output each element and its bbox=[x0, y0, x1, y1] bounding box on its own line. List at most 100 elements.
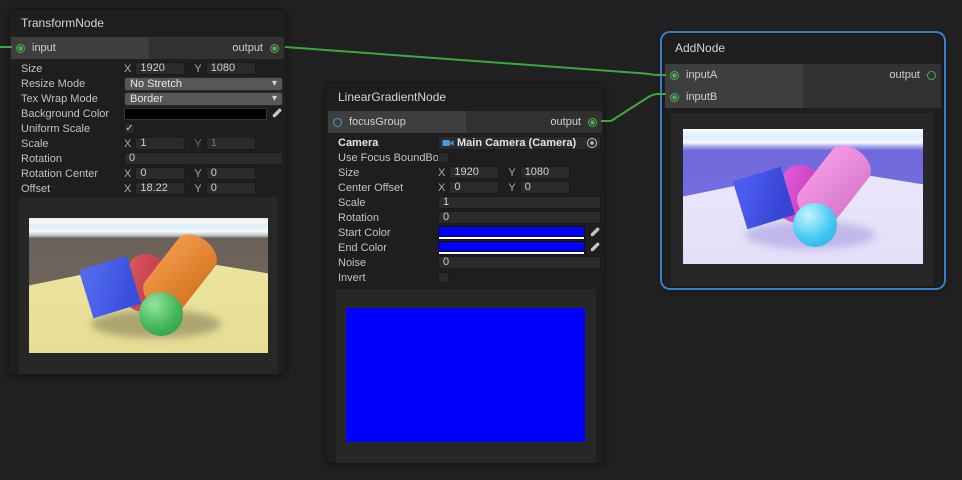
input-b-port-icon[interactable] bbox=[670, 93, 679, 102]
input-b-port-row[interactable]: inputB bbox=[665, 86, 803, 108]
transform-node-title: TransformNode bbox=[9, 9, 286, 37]
start-color-main bbox=[439, 227, 584, 236]
scale-row: Scale 1 bbox=[326, 195, 604, 210]
output-port-icon[interactable] bbox=[270, 44, 279, 53]
invert-row: Invert bbox=[326, 270, 604, 285]
end-color-swatch[interactable] bbox=[438, 241, 585, 255]
focus-group-port-icon[interactable] bbox=[333, 118, 342, 127]
size-x-field[interactable]: 1920 bbox=[449, 166, 499, 179]
size-y-field[interactable]: 1080 bbox=[520, 166, 570, 179]
input-b-port-label: inputB bbox=[686, 91, 717, 103]
focus-group-port-label: focusGroup bbox=[349, 116, 406, 128]
scale-row: Scale X 1 Y 1 bbox=[9, 136, 286, 151]
offset-x-field[interactable]: 18.22 bbox=[135, 182, 185, 195]
transform-preview bbox=[19, 197, 278, 374]
rotation-center-y-field[interactable]: 0 bbox=[206, 167, 256, 180]
linear-gradient-preview bbox=[336, 289, 596, 463]
edge-gradient-output-to-add-input-b[interactable] bbox=[601, 94, 666, 121]
size-x-field[interactable]: 1920 bbox=[135, 62, 185, 75]
eyedropper-icon[interactable] bbox=[588, 242, 601, 253]
add-node-input-column: inputA inputB bbox=[665, 64, 803, 108]
size-label: Size bbox=[21, 63, 124, 75]
eyedropper-icon[interactable] bbox=[270, 108, 283, 119]
size-label: Size bbox=[338, 167, 438, 179]
start-color-row: Start Color bbox=[326, 225, 604, 240]
background-color-swatch[interactable] bbox=[124, 108, 267, 120]
output-port-label: output bbox=[550, 116, 581, 128]
output-port-icon[interactable] bbox=[588, 118, 597, 127]
resize-mode-dropdown[interactable]: No Stretch ▾ bbox=[124, 77, 283, 91]
tex-wrap-mode-dropdown[interactable]: Border ▾ bbox=[124, 92, 283, 106]
chevron-down-icon: ▾ bbox=[272, 79, 277, 89]
noise-row: Noise 0 bbox=[326, 255, 604, 270]
rotation-row: Rotation 0 bbox=[326, 210, 604, 225]
camera-object-value: Main Camera (Camera) bbox=[457, 137, 587, 149]
focus-group-port-row[interactable]: focusGroup bbox=[328, 111, 466, 133]
end-color-main bbox=[439, 242, 584, 251]
add-output-port-row[interactable]: output bbox=[803, 64, 941, 86]
linear-gradient-output-port-row[interactable]: output bbox=[466, 111, 602, 133]
add-node-preview bbox=[671, 113, 933, 286]
center-offset-y-field[interactable]: 0 bbox=[520, 181, 570, 194]
use-focus-boundbox-row: Use Focus BoundBox bbox=[326, 150, 604, 165]
invert-label: Invert bbox=[338, 272, 438, 284]
y-axis-label: Y bbox=[508, 182, 515, 194]
tex-wrap-mode-row: Tex Wrap Mode Border ▾ bbox=[9, 91, 286, 106]
add-node-port-strip: inputA inputB output bbox=[665, 64, 941, 108]
green-sphere-shape bbox=[139, 292, 183, 336]
input-a-port-icon[interactable] bbox=[670, 71, 679, 80]
transform-output-port-row[interactable]: output bbox=[149, 37, 284, 59]
output-port-icon[interactable] bbox=[927, 71, 936, 80]
x-axis-label: X bbox=[124, 183, 131, 195]
center-offset-label: Center Offset bbox=[338, 182, 438, 194]
camera-row: Camera Main Camera (Camera) bbox=[326, 135, 604, 150]
scale-label: Scale bbox=[21, 138, 124, 150]
center-offset-row: Center Offset X 0 Y 0 bbox=[326, 180, 604, 195]
rotation-field[interactable]: 0 bbox=[438, 211, 601, 224]
y-axis-label: Y bbox=[194, 183, 201, 195]
transform-node[interactable]: TransformNode input output Size X 1920 Y… bbox=[8, 8, 287, 375]
object-picker-icon[interactable] bbox=[587, 138, 597, 148]
eyedropper-icon[interactable] bbox=[588, 227, 601, 238]
linear-gradient-port-strip: focusGroup output bbox=[328, 111, 602, 133]
input-port-icon[interactable] bbox=[16, 44, 25, 53]
uniform-scale-checkbox[interactable]: ✓ bbox=[124, 123, 135, 134]
rotation-center-x-field[interactable]: 0 bbox=[135, 167, 185, 180]
cyan-sphere-shape bbox=[793, 203, 837, 247]
transform-input-port-row[interactable]: input bbox=[11, 37, 149, 59]
resize-mode-value: No Stretch bbox=[130, 78, 182, 90]
rotation-field[interactable]: 0 bbox=[124, 152, 283, 165]
y-axis-label: Y bbox=[194, 138, 201, 150]
end-color-alpha-bar bbox=[439, 251, 584, 254]
start-color-swatch[interactable] bbox=[438, 226, 585, 240]
rotation-center-label: Rotation Center bbox=[21, 168, 124, 180]
linear-gradient-node-title: LinearGradientNode bbox=[326, 83, 604, 111]
transform-preview-image bbox=[29, 218, 268, 353]
size-y-field[interactable]: 1080 bbox=[206, 62, 256, 75]
scale-x-field[interactable]: 1 bbox=[135, 137, 185, 150]
input-port-label: input bbox=[32, 42, 56, 54]
linear-gradient-node[interactable]: LinearGradientNode focusGroup output Cam… bbox=[325, 82, 605, 464]
offset-y-field[interactable]: 0 bbox=[206, 182, 256, 195]
input-a-port-label: inputA bbox=[686, 69, 717, 81]
offset-row: Offset X 18.22 Y 0 bbox=[9, 181, 286, 196]
y-axis-label: Y bbox=[194, 168, 201, 180]
scale-field[interactable]: 1 bbox=[438, 196, 601, 209]
camera-object-field[interactable]: Main Camera (Camera) bbox=[438, 136, 601, 150]
background-color-row: Background Color bbox=[9, 106, 286, 121]
noise-field[interactable]: 0 bbox=[438, 256, 601, 269]
add-node[interactable]: AddNode inputA inputB output bbox=[662, 33, 944, 288]
edge-transform-output-to-add-input-a[interactable] bbox=[285, 47, 666, 75]
camera-label: Camera bbox=[338, 137, 438, 149]
use-focus-boundbox-checkbox[interactable] bbox=[438, 152, 449, 163]
center-offset-x-field[interactable]: 0 bbox=[449, 181, 499, 194]
add-node-preview-image bbox=[683, 129, 923, 264]
y-axis-label: Y bbox=[194, 63, 201, 75]
noise-label: Noise bbox=[338, 257, 438, 269]
input-a-port-row[interactable]: inputA bbox=[665, 64, 803, 86]
invert-checkbox[interactable] bbox=[438, 272, 449, 283]
linear-gradient-properties: Camera Main Camera (Camera) Use Focus Bo… bbox=[326, 135, 604, 285]
node-graph-canvas[interactable]: TransformNode input output Size X 1920 Y… bbox=[0, 0, 962, 480]
rotation-center-row: Rotation Center X 0 Y 0 bbox=[9, 166, 286, 181]
size-row: Size X 1920 Y 1080 bbox=[326, 165, 604, 180]
